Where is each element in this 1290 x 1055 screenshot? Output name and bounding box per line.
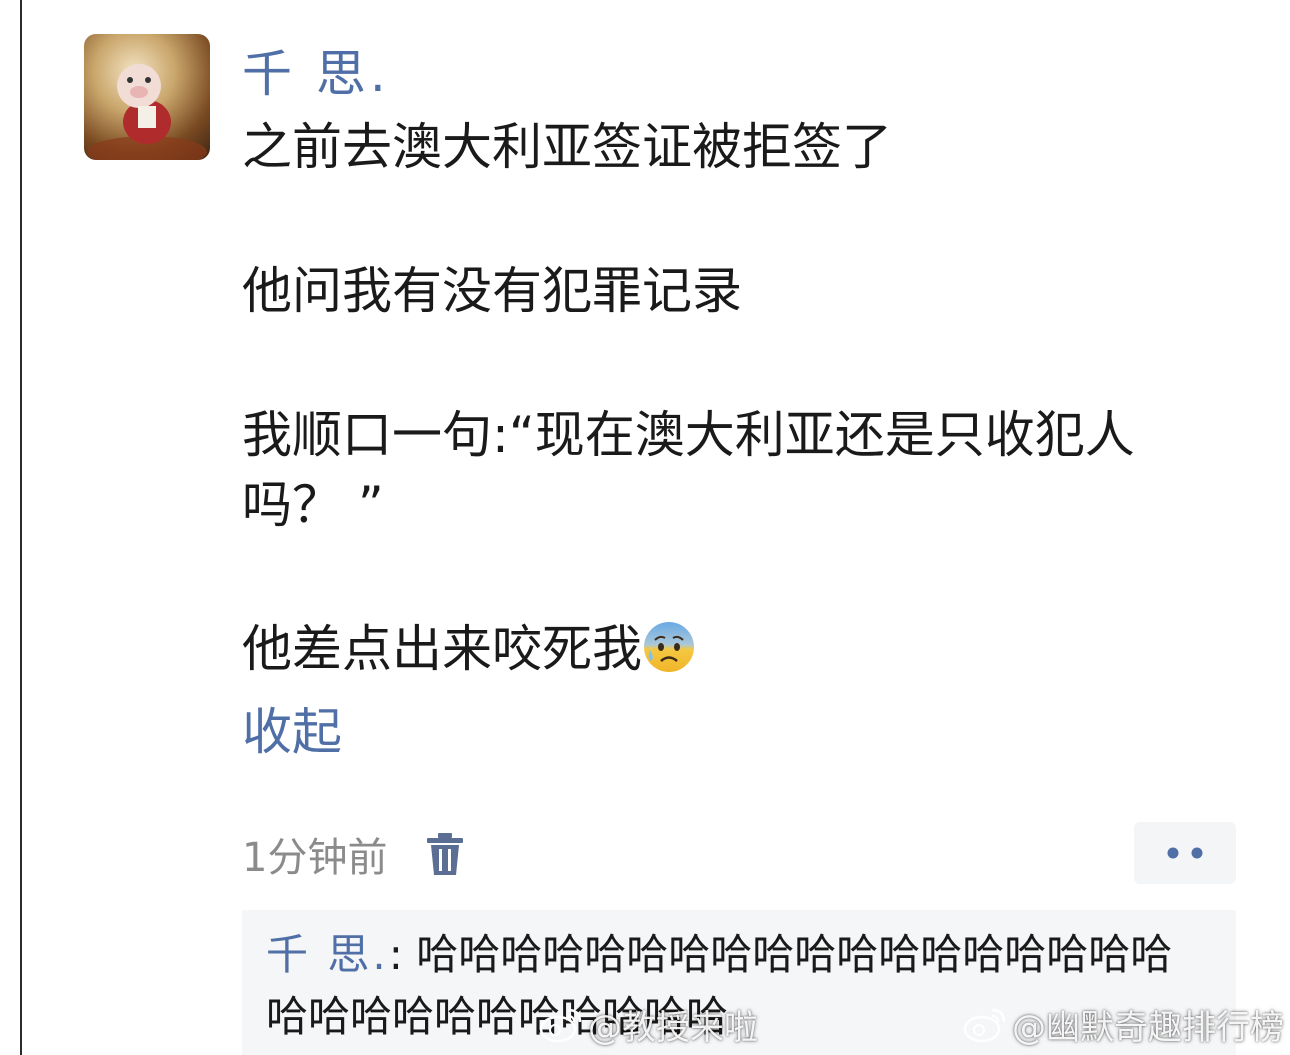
watermark: @教授来啦 (538, 1000, 758, 1048)
post-meta-row: 1分钟前 (242, 824, 465, 884)
more-dots-icon (1167, 847, 1203, 859)
more-options-button[interactable] (1134, 822, 1236, 884)
post-paragraph: 我顺口一句:“现在澳大利亚还是只收犯人吗？ ” (242, 406, 1135, 534)
trash-icon[interactable] (425, 831, 465, 877)
post-timestamp: 1分钟前 (242, 835, 388, 881)
avatar-pig-figurine-image (87, 64, 207, 160)
post-paragraph: 他问我有没有犯罪记录 (242, 262, 742, 320)
watermark-text: @教授来啦 (588, 1007, 758, 1048)
post-author-name[interactable]: 千 思. (242, 42, 390, 106)
weibo-logo-icon (539, 1008, 582, 1043)
reply-author-name[interactable]: 千 思. (266, 930, 389, 979)
collapse-link[interactable]: 收起 (242, 700, 342, 764)
post-paragraph: 之前去澳大利亚签证被拒签了 (242, 118, 892, 176)
post-paragraph-text: 他差点出来咬死我 (242, 620, 642, 678)
watermark-text: @幽默奇趣排行榜 (1012, 1007, 1284, 1048)
post-paragraph-last: 他差点出来咬死我 (242, 614, 1222, 684)
weibo-logo-icon (963, 1008, 1006, 1043)
left-border (0, 0, 22, 1055)
post-body: 之前去澳大利亚签证被拒签了 他问我有没有犯罪记录 我顺口一句:“现在澳大利亚还是… (242, 112, 1222, 684)
avatar[interactable] (84, 34, 210, 160)
anxious-face-with-sweat-icon (644, 622, 694, 672)
reply-separator: : (388, 930, 417, 979)
watermark: @幽默奇趣排行榜 (962, 1000, 1284, 1048)
